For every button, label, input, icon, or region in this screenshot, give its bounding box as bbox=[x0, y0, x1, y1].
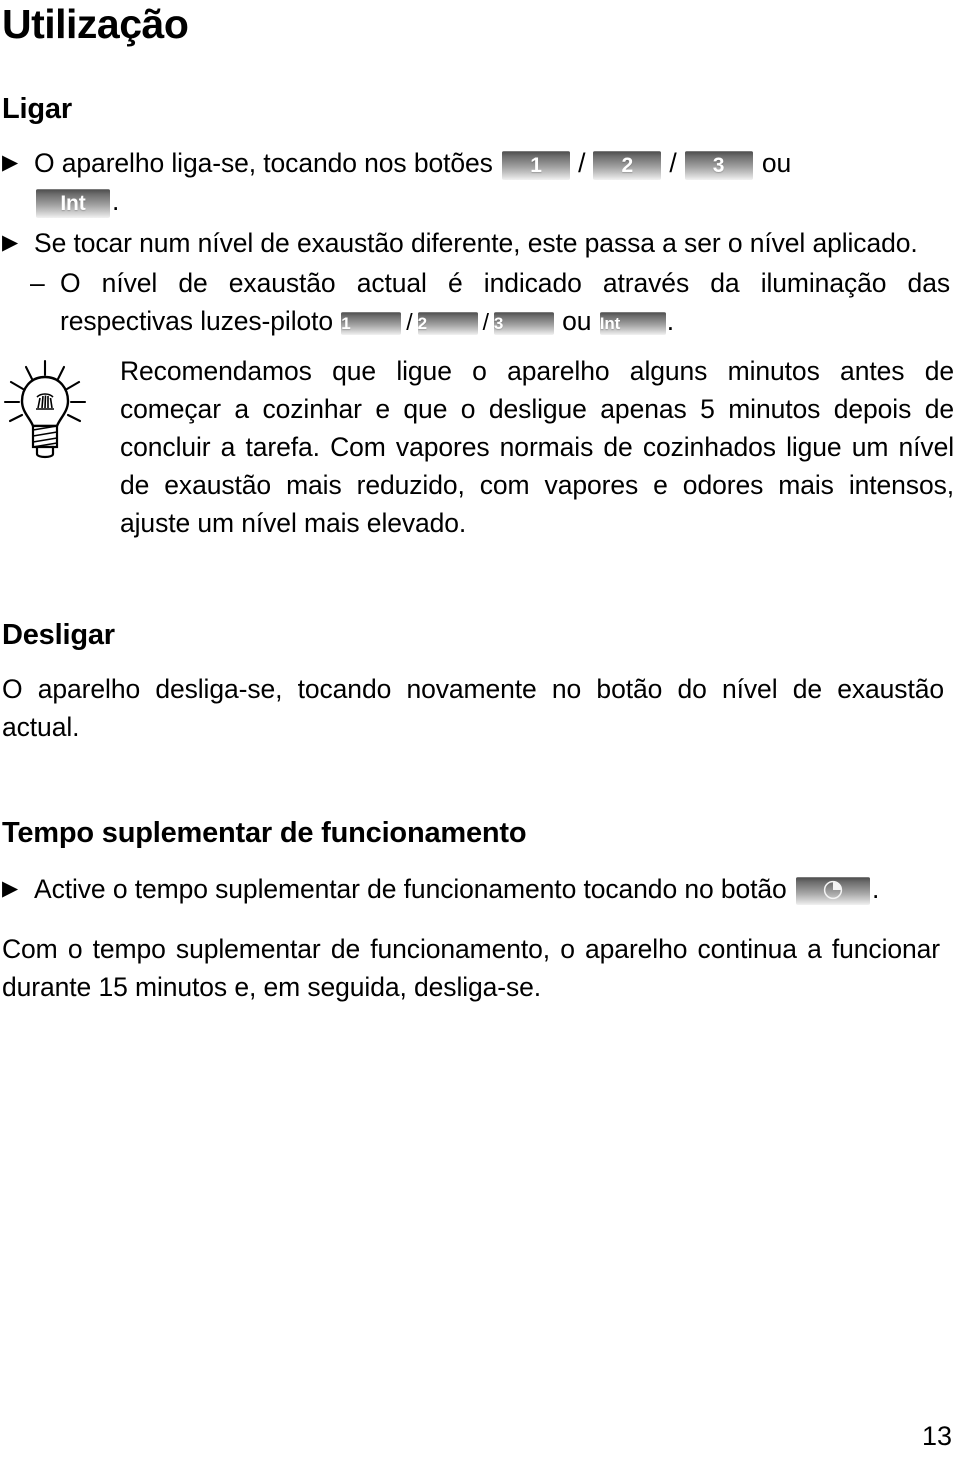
key-level-int[interactable]: Int bbox=[36, 188, 110, 218]
bullet-arrow-icon: ▶ bbox=[2, 877, 19, 901]
indicator-lamp-3: 3 bbox=[493, 311, 554, 335]
lightbulb-icon bbox=[3, 359, 87, 459]
sentence-period: . bbox=[112, 186, 120, 217]
dash-icon: – bbox=[30, 268, 45, 299]
page-title: Utilização bbox=[2, 1, 189, 47]
timer-pie-icon bbox=[823, 877, 843, 905]
tempo-paragraph: Com o tempo suplementar de funcionamento… bbox=[2, 934, 940, 1003]
list-item: ▶ O aparelho liga-se, tocando nos botões… bbox=[2, 144, 954, 220]
ligar-note-text: Se tocar num nível de exaustão diferente… bbox=[34, 228, 918, 259]
bullet-arrow-icon: ▶ bbox=[2, 231, 19, 255]
bullet-arrow-icon: ▶ bbox=[2, 151, 19, 175]
ligar-instruction-text: O aparelho liga-se, tocando nos botões bbox=[34, 148, 493, 179]
separator-slash: / bbox=[482, 309, 489, 336]
lightbulb-icon-wrap bbox=[2, 352, 120, 467]
sentence-period: . bbox=[666, 306, 674, 337]
key-level-3[interactable]: 3 bbox=[684, 150, 753, 180]
tip-callout: Recomendamos que ligue o aparelho alguns… bbox=[2, 352, 954, 542]
heading-tempo-suplementar: Tempo suplementar de funcionamento bbox=[2, 817, 527, 849]
sentence-period: . bbox=[871, 874, 880, 905]
separator-slash: / bbox=[406, 309, 413, 336]
indicator-lamp-int: Int bbox=[599, 311, 666, 335]
conjunction-ou: ou bbox=[761, 148, 792, 179]
list-item: ▶ Se tocar num nível de exaustão diferen… bbox=[2, 224, 954, 262]
section-ligar: Ligar ▶ O aparelho liga-se, tocando nos … bbox=[2, 94, 954, 341]
indicator-lamp-1: 1 bbox=[341, 311, 402, 335]
separator-slash: / bbox=[578, 148, 586, 179]
list-item: ▶ Active o tempo suplementar de funciona… bbox=[2, 870, 954, 908]
desligar-paragraph: O aparelho desliga-se, tocando novamente… bbox=[2, 674, 944, 743]
key-timer[interactable] bbox=[795, 877, 870, 906]
document-page: Utilização Ligar ▶ O aparelho liga-se, t… bbox=[0, 0, 960, 1466]
indicator-lamp-2: 2 bbox=[417, 311, 478, 335]
tempo-instruction-text: Active o tempo suplementar de funcioname… bbox=[34, 874, 787, 905]
conjunction-ou: ou bbox=[562, 306, 592, 337]
heading-desligar: Desligar bbox=[2, 619, 115, 651]
page-number: 13 bbox=[921, 1421, 952, 1451]
separator-slash: / bbox=[669, 148, 677, 179]
heading-ligar: Ligar bbox=[2, 93, 72, 125]
list-item-sub: – O nível de exaustão actual é indicado … bbox=[2, 264, 954, 341]
key-level-1[interactable]: 1 bbox=[502, 150, 571, 180]
key-level-2[interactable]: 2 bbox=[593, 150, 662, 180]
section-tempo-suplementar: Tempo suplementar de funcionamento ▶ Act… bbox=[2, 818, 954, 1006]
section-desligar: Desligar O aparelho desliga-se, tocando … bbox=[2, 620, 954, 746]
tip-text: Recomendamos que ligue o aparelho alguns… bbox=[120, 356, 954, 538]
